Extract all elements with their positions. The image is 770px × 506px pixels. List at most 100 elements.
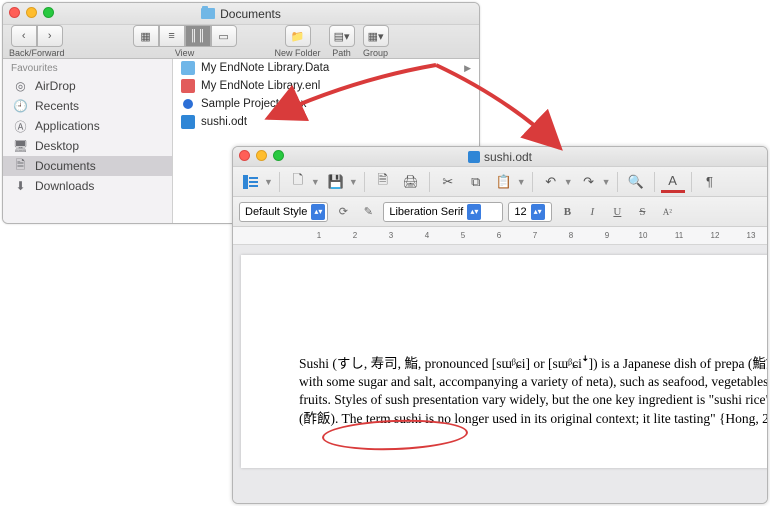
- sidebar-item-label: AirDrop: [35, 79, 76, 93]
- ruler-number: 2: [353, 231, 357, 240]
- chevron-down-icon[interactable]: ▼: [564, 177, 573, 187]
- ruler[interactable]: 12345678910111213: [233, 227, 767, 245]
- list-view-button[interactable]: ≡: [159, 25, 185, 47]
- window-controls: [9, 7, 54, 18]
- copy-button[interactable]: ⧉: [464, 171, 488, 193]
- strikethrough-button[interactable]: S: [632, 202, 652, 222]
- file-row[interactable]: sushi.odt: [173, 113, 479, 131]
- ruler-number: 11: [675, 231, 683, 240]
- chevron-updown-icon: ▴▾: [311, 204, 325, 220]
- separator: [617, 172, 618, 192]
- sidebar-item-applications[interactable]: Ⓐ Applications: [3, 116, 172, 136]
- sidebar-item-desktop[interactable]: 🖥 Desktop: [3, 136, 172, 156]
- documents-icon: 🗎: [13, 160, 28, 173]
- new-style-button[interactable]: ✎: [358, 202, 378, 222]
- chevron-down-icon[interactable]: ▼: [517, 177, 526, 187]
- sidebar-item-label: Recents: [35, 99, 79, 113]
- underline-button[interactable]: U: [607, 202, 627, 222]
- save-button[interactable]: 💾: [324, 171, 348, 193]
- separator: [364, 172, 365, 192]
- gallery-view-button[interactable]: ▭: [211, 25, 237, 47]
- zoom-icon[interactable]: [43, 7, 54, 18]
- writer-title: sushi.odt: [484, 150, 532, 164]
- sidebar-item-label: Desktop: [35, 139, 79, 153]
- paragraph-style-select[interactable]: Default Style ▴▾: [239, 202, 328, 222]
- toolbar-label: New Folder: [275, 48, 321, 58]
- separator: [532, 172, 533, 192]
- ruler-number: 5: [461, 231, 465, 240]
- sidebar-item-documents[interactable]: 🗎 Documents: [3, 156, 172, 176]
- separator: [654, 172, 655, 192]
- sidebar-item-label: Applications: [35, 119, 100, 133]
- sidebar-item-airdrop[interactable]: ◎ AirDrop: [3, 76, 172, 96]
- font-size-value: 12: [514, 206, 526, 218]
- finder-toolbar: ‹ › Back/Forward ▦ ≡ ║║ ▭ View 📁 New Fol…: [3, 25, 479, 59]
- file-row[interactable]: My EndNote Library.enl: [173, 77, 479, 95]
- new-button[interactable]: 🗋: [286, 171, 310, 193]
- chevron-down-icon[interactable]: ▼: [349, 177, 358, 187]
- icon-view-button[interactable]: ▦: [133, 25, 159, 47]
- export-pdf-button[interactable]: 🗎: [371, 171, 395, 193]
- toolbar-label: Back/Forward: [9, 48, 65, 58]
- writer-titlebar[interactable]: sushi.odt: [233, 147, 767, 167]
- ruler-number: 4: [425, 231, 429, 240]
- writer-format-toolbar: Default Style ▴▾ ⟳ ✎ Liberation Serif ▴▾…: [233, 197, 767, 227]
- font-name-select[interactable]: Liberation Serif ▴▾: [383, 202, 503, 222]
- font-name-value: Liberation Serif: [389, 206, 463, 218]
- ruler-number: 13: [747, 231, 756, 240]
- sidebar-toggle-button[interactable]: [239, 171, 263, 193]
- forward-button[interactable]: ›: [37, 25, 63, 47]
- ruler-number: 6: [497, 231, 501, 240]
- chevron-updown-icon: ▴▾: [531, 204, 545, 220]
- redo-button[interactable]: ↷: [577, 171, 601, 193]
- chevron-right-icon: ▶: [464, 63, 471, 74]
- document-page[interactable]: Sushi (すし, 寿司, 鮨, pronounced [sɯᵝɕi] or …: [241, 255, 767, 468]
- minimize-icon[interactable]: [256, 150, 267, 161]
- new-folder-button[interactable]: 📁: [285, 25, 311, 47]
- sidebar-item-recents[interactable]: 🕘 Recents: [3, 96, 172, 116]
- file-row[interactable]: Sample Project.nvpx: [173, 95, 479, 113]
- superscript-button[interactable]: A²: [657, 202, 677, 222]
- font-color-button[interactable]: A: [661, 171, 685, 193]
- endnote-icon: [181, 79, 195, 93]
- undo-button[interactable]: ↶: [539, 171, 563, 193]
- back-button[interactable]: ‹: [11, 25, 37, 47]
- font-size-select[interactable]: 12 ▴▾: [508, 202, 552, 222]
- writer-window: sushi.odt ▼ 🗋▼ 💾▼ 🗎 🖨 ✂ ⧉ 📋▼ ↶▼ ↷▼ 🔍 A ¶…: [232, 146, 768, 504]
- odt-icon: [468, 151, 480, 163]
- bold-button[interactable]: B: [557, 202, 577, 222]
- print-button[interactable]: 🖨: [399, 171, 423, 193]
- close-icon[interactable]: [9, 7, 20, 18]
- clock-icon: 🕘: [13, 100, 28, 113]
- group-button[interactable]: ▦▾: [363, 25, 389, 47]
- body-text[interactable]: Sushi (すし, 寿司, 鮨, pronounced [sɯᵝɕi] or …: [299, 355, 767, 428]
- chevron-down-icon[interactable]: ▼: [602, 177, 611, 187]
- sidebar-item-label: Documents: [35, 159, 96, 173]
- document-area[interactable]: Sushi (すし, 寿司, 鮨, pronounced [sɯᵝɕi] or …: [233, 245, 767, 503]
- path-button[interactable]: ▤▾: [329, 25, 355, 47]
- ruler-number: 7: [533, 231, 537, 240]
- paste-button[interactable]: 📋: [492, 171, 516, 193]
- close-icon[interactable]: [239, 150, 250, 161]
- chevron-down-icon[interactable]: ▼: [264, 177, 273, 187]
- update-style-button[interactable]: ⟳: [333, 202, 353, 222]
- chevron-down-icon[interactable]: ▼: [311, 177, 320, 187]
- formatting-marks-button[interactable]: ¶: [698, 171, 722, 193]
- finder-title: Documents: [220, 7, 281, 21]
- file-name: My EndNote Library.enl: [201, 80, 320, 92]
- file-name: My EndNote Library.Data: [201, 62, 329, 74]
- sidebar-item-downloads[interactable]: ⬇ Downloads: [3, 176, 172, 196]
- toolbar-label: Group: [363, 48, 388, 58]
- zoom-icon[interactable]: [273, 150, 284, 161]
- minimize-icon[interactable]: [26, 7, 37, 18]
- cut-button[interactable]: ✂: [436, 171, 460, 193]
- separator: [691, 172, 692, 192]
- italic-button[interactable]: I: [582, 202, 602, 222]
- file-row[interactable]: My EndNote Library.Data ▶: [173, 59, 479, 77]
- group-group: ▦▾ Group: [363, 25, 389, 58]
- finder-titlebar[interactable]: Documents: [3, 3, 479, 25]
- column-view-button[interactable]: ║║: [185, 25, 211, 47]
- ruler-number: 9: [605, 231, 609, 240]
- separator: [279, 172, 280, 192]
- find-button[interactable]: 🔍: [624, 171, 648, 193]
